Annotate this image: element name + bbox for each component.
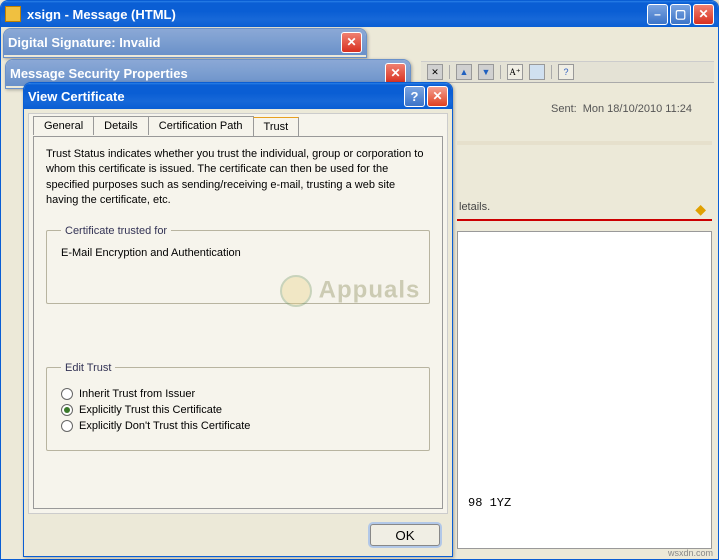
credit-label: wsxdn.com xyxy=(668,548,713,558)
close-button[interactable]: ✕ xyxy=(341,32,362,53)
tab-trust[interactable]: Trust xyxy=(253,117,300,136)
radio-inherit-trust[interactable]: Inherit Trust from Issuer xyxy=(61,388,415,400)
close-button[interactable]: ✕ xyxy=(385,63,406,84)
cert-tabs: General Details Certification Path Trust xyxy=(33,116,298,135)
radio-icon xyxy=(61,388,73,400)
radio-label: Explicitly Trust this Certificate xyxy=(79,404,222,416)
minimize-button[interactable]: – xyxy=(647,4,668,25)
warning-diamond-icon: ◆ xyxy=(695,201,706,218)
xsign-titlebar: xsign - Message (HTML) – ▢ ✕ xyxy=(1,1,718,27)
trusted-for-item: E-Mail Encryption and Authentication xyxy=(61,247,415,259)
sent-value: Mon 18/10/2010 11:24 xyxy=(583,103,692,115)
trust-description: Trust Status indicates whether you trust… xyxy=(46,147,430,209)
close-x-icon[interactable]: ✕ xyxy=(427,64,443,80)
separator xyxy=(551,65,552,79)
up-arrow-icon[interactable]: ▲ xyxy=(456,64,472,80)
certificate-trusted-for-group: Certificate trusted for E-Mail Encryptio… xyxy=(46,225,430,304)
cert-client-area: General Details Certification Path Trust… xyxy=(28,113,448,514)
trust-tab-pane: Trust Status indicates whether you trust… xyxy=(33,136,443,509)
body-line-1: 98 1YZ xyxy=(468,496,701,510)
sig-title: Digital Signature: Invalid xyxy=(8,35,160,50)
msg-title: Message Security Properties xyxy=(10,66,188,81)
cert-titlebar: View Certificate ? ✕ xyxy=(24,83,452,109)
help-toolbar-icon[interactable]: ? xyxy=(558,64,574,80)
digital-signature-window: Digital Signature: Invalid ✕ xyxy=(3,28,367,58)
maximize-button[interactable]: ▢ xyxy=(670,4,691,25)
close-button[interactable]: ✕ xyxy=(427,86,448,107)
trusted-for-legend: Certificate trusted for xyxy=(61,225,171,237)
down-arrow-icon[interactable]: ▼ xyxy=(478,64,494,80)
tab-general[interactable]: General xyxy=(33,116,94,135)
sent-label: Sent: xyxy=(551,103,577,115)
font-larger-icon[interactable]: A⁺ xyxy=(507,64,523,80)
details-bar: letails. ◆ xyxy=(457,201,712,221)
outlook-icon xyxy=(5,6,21,22)
edit-trust-group: Edit Trust Inherit Trust from Issuer Exp… xyxy=(46,362,430,451)
sig-titlebar: Digital Signature: Invalid ✕ xyxy=(4,29,366,55)
tab-details[interactable]: Details xyxy=(93,116,149,135)
radio-explicitly-trust[interactable]: Explicitly Trust this Certificate xyxy=(61,404,415,416)
radio-label: Inherit Trust from Issuer xyxy=(79,388,195,400)
cert-title: View Certificate xyxy=(28,89,125,104)
message-body[interactable]: 98 1YZ ******************* ded only for … xyxy=(457,231,712,549)
tab-certification-path[interactable]: Certification Path xyxy=(148,116,254,135)
xsign-title: xsign - Message (HTML) xyxy=(27,7,176,22)
close-button[interactable]: ✕ xyxy=(693,4,714,25)
print-icon[interactable] xyxy=(529,64,545,80)
details-text: letails. xyxy=(459,201,490,213)
message-header: Sent: Mon 18/10/2010 11:24 xyxy=(457,95,712,145)
edit-trust-legend: Edit Trust xyxy=(61,362,115,374)
ok-button[interactable]: OK xyxy=(370,524,440,546)
separator xyxy=(449,65,450,79)
radio-explicitly-dont-trust[interactable]: Explicitly Don't Trust this Certificate xyxy=(61,420,415,432)
context-help-button[interactable]: ? xyxy=(404,86,425,107)
view-certificate-dialog: View Certificate ? ✕ General Details Cer… xyxy=(23,82,453,557)
secondary-toolbar: ✕ ▲ ▼ A⁺ ? xyxy=(421,61,714,83)
separator xyxy=(500,65,501,79)
radio-label: Explicitly Don't Trust this Certificate xyxy=(79,420,250,432)
radio-icon xyxy=(61,404,73,416)
radio-icon xyxy=(61,420,73,432)
